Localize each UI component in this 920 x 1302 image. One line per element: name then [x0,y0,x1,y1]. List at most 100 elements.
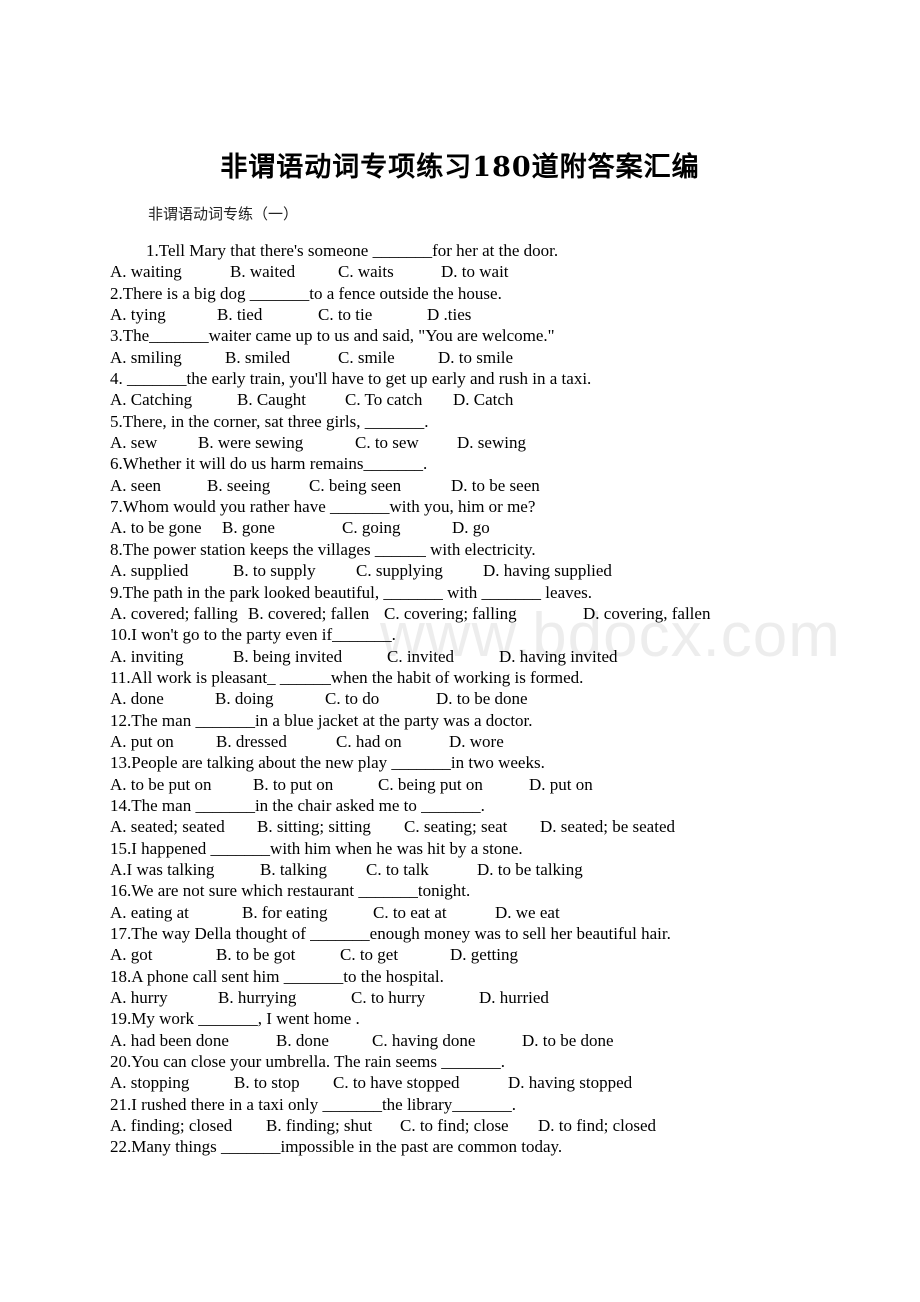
answer-options: A. finding; closed B. finding; shut C. to … [110,1115,830,1136]
answer-options: A. tying B. tied C. to tie D .ties [110,304,830,325]
answer-option: D. hurried [479,988,549,1008]
answer-options: A. seated; seated B. sitting; sitting C. s… [110,816,830,837]
answer-options: A. eating at B. for eating C. to eat at D. … [110,902,830,923]
answer-option: D. seated; be seated [540,817,675,837]
question-stem: 5.There, in the corner, sat three girls,… [110,411,429,431]
answer-option: B. finding; shut [266,1116,373,1136]
answer-option: A. covered; falling [110,603,238,623]
answer-option: A. seen [110,475,161,495]
answer-option: A. sew [110,433,158,453]
answer-option: A. eating at [110,902,189,922]
answer-options: A. seen B. seeing C. being seen D. to be se… [110,475,830,496]
question-stem: 9.The path in the park looked beautiful,… [110,582,593,602]
answer-options: A. hurry B. hurrying C. to hurry D. hurried [110,987,830,1008]
answer-option: A. tying [110,305,166,325]
answer-option: B. to put on [253,774,334,794]
document-page: 非谓语动词专项练习180道附答案汇编 非谓语动词专练（一） 1.Tell Mar… [0,0,920,1302]
answer-option: A. hurry [110,988,168,1008]
answer-option: A. waiting [110,262,182,282]
question-stem: 10.I won't go to the party even if______… [110,625,396,645]
answer-option: A. to be put on [110,774,212,794]
answer-option: C. to hurry [351,988,426,1008]
question-stem: 12.The man _______in a blue jacket at th… [110,710,533,730]
answer-options: A. stopping B. to stop C. to have stopped D… [110,1072,830,1093]
answer-option: B. were sewing [198,433,304,453]
answer-option: A. done [110,689,164,709]
answer-options: A. smiling B. smiled C. smile D. to smile [110,347,830,368]
answer-option: A. seated; seated [110,817,225,837]
question-stem: 2.There is a big dog _______to a fence o… [110,283,502,303]
question-stem: 7.Whom would you rather have _______with… [110,497,536,517]
answer-option: D. sewing [457,433,526,453]
answer-option: D. to be done [436,689,528,709]
answer-option: A. stopping [110,1073,190,1093]
answer-option: B. tied [217,305,263,325]
answer-option: B. waited [230,262,296,282]
answer-option: A. smiling [110,347,182,367]
question-stem: 4. _______the early train, you'll have t… [110,369,592,389]
question-stem: 19.My work _______, I went home . [110,1009,360,1029]
answer-option: C. covering; falling [384,603,517,623]
answer-option: C. being put on [378,774,483,794]
answer-option: C. had on [336,731,402,751]
answer-option: A. put on [110,731,174,751]
answer-options: A. sew B. were sewing C. to sew D. sewing [110,432,830,453]
answer-option: C. smile [338,347,395,367]
answer-option: A. inviting [110,646,184,666]
question-stem: 3.The_______waiter came up to us and sai… [110,326,555,346]
answer-option: D. to smile [438,347,514,367]
answer-option: A. to be gone [110,518,202,538]
answer-option: B. to stop [234,1073,300,1093]
answer-option: C. going [342,518,401,538]
question-stem: 6.Whether it will do us harm remains____… [110,454,428,474]
answer-option: C. to eat at [373,902,447,922]
answer-options: A. waiting B. waited C. waits D. to wait [110,261,830,282]
answer-option: C. invited [387,646,455,666]
answer-option: C. to do [325,689,380,709]
answer-option: D. wore [449,731,504,751]
answer-option: B. for eating [242,902,328,922]
answer-option: C. to talk [366,859,429,879]
answer-option: C. to find; close [400,1116,509,1136]
answer-option: B. talking [260,859,328,879]
answer-option: B. Caught [237,390,306,410]
answer-option: C. to get [340,945,399,965]
question-stem: 15.I happened _______with him when he wa… [110,838,523,858]
answer-option: D. having supplied [483,561,612,581]
answer-option: A. had been done [110,1030,229,1050]
answer-option: A. Catching [110,390,193,410]
answer-option: D. having stopped [508,1073,633,1093]
question-stem: 20.You can close your umbrella. The rain… [110,1052,506,1072]
answer-option: B. done [276,1030,329,1050]
answer-option: C. To catch [345,390,423,410]
answer-option: B. dressed [216,731,287,751]
answer-options: A. inviting B. being invited C. invited D. … [110,646,830,667]
question-stem: 17.The way Della thought of _______enoug… [110,924,671,943]
answer-option: A. supplied [110,561,189,581]
answer-option: D .ties [427,305,472,325]
answer-options: A. covered; falling B. covered; fallen C. … [110,603,830,624]
answer-option: A. got [110,945,153,965]
question-stem: 8.The power station keeps the villages _… [110,539,536,559]
answer-option: D. go [452,518,490,538]
answer-option: D. having invited [499,646,618,666]
answer-option: A. finding; closed [110,1116,233,1136]
answer-option: D. covering, fallen [583,603,711,623]
document-title: 非谓语动词专项练习180道附答案汇编 [220,152,700,183]
answer-option: D. to find; closed [538,1116,657,1136]
answer-options: A. Catching B. Caught C. To catch D. Catch [110,389,830,410]
answer-option: C. waits [338,262,394,282]
answer-option: B. sitting; sitting [257,817,371,837]
answer-option: B. being invited [233,646,343,666]
answer-option: D. to wait [441,262,509,282]
answer-options: A. done B. doing C. to do D. to be done [110,688,830,709]
question-stem: 22.Many things _______impossible in the … [110,1137,563,1157]
question-stem: 21.I rushed there in a taxi only _______… [110,1094,517,1114]
question-stem: 14.The man _______in the chair asked me … [110,795,485,815]
answer-option: B. hurrying [218,988,297,1008]
answer-option: C. to have stopped [333,1073,460,1093]
answer-option: D. to be done [522,1030,614,1050]
answer-option: A.I was talking [110,859,215,879]
question-stem: 18.A phone call sent him _______to the h… [110,966,444,986]
answer-option: B. to be got [216,945,296,965]
